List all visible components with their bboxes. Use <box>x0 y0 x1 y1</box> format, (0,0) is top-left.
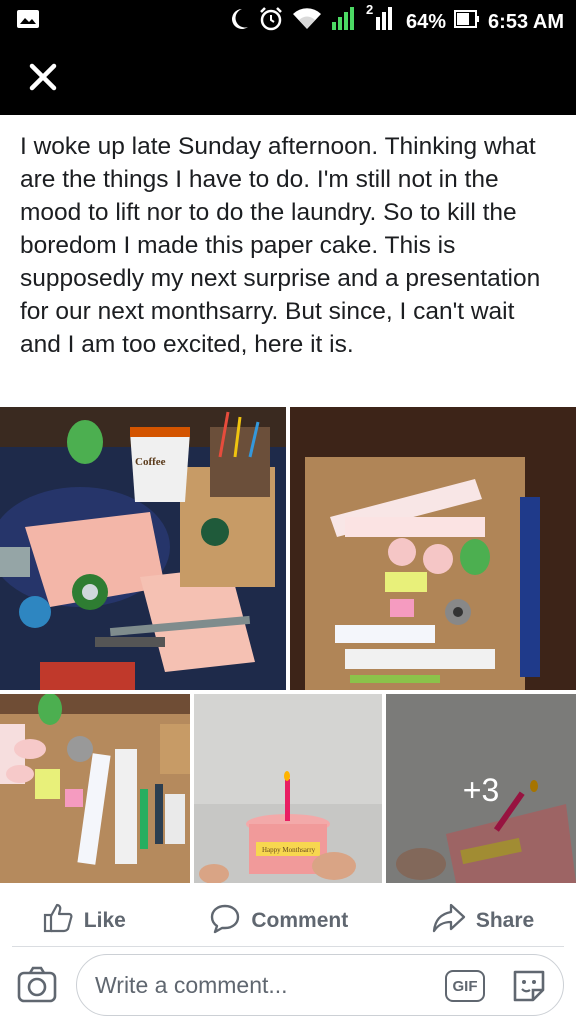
action-bar: Like Comment Share <box>0 895 576 947</box>
signal-icon <box>330 6 360 38</box>
post-text: I woke up late Sunday afternoon. Thinkin… <box>20 133 541 358</box>
gallery-icon <box>16 8 40 35</box>
more-photos-overlay[interactable]: +3 <box>386 694 576 883</box>
comment-input[interactable]: Write a comment... GIF <box>76 954 564 1016</box>
clock: 6:53 AM <box>488 10 564 33</box>
header <box>0 40 576 115</box>
comment-button[interactable]: Comment <box>209 902 348 940</box>
alarm-icon <box>258 6 284 38</box>
share-arrow-icon <box>432 902 466 940</box>
photo-cutouts-board[interactable] <box>290 407 576 690</box>
sim-badge: 2 <box>366 2 374 17</box>
like-button[interactable]: Like <box>42 902 126 940</box>
mug-text: Coffee <box>135 456 166 468</box>
photo-grid: Coffee Happy Monthsarry +3 <box>0 407 576 883</box>
comment-label: Comment <box>251 909 349 932</box>
photo-more[interactable]: +3 <box>386 694 576 883</box>
cake-text: Happy Monthsarry <box>262 846 316 854</box>
share-label: Share <box>475 909 535 932</box>
battery-percent: 64% <box>406 10 447 33</box>
more-photos-count: +3 <box>462 772 500 808</box>
moon-icon <box>228 7 250 37</box>
comment-bubble-icon <box>209 902 241 940</box>
sticker-icon[interactable] <box>509 966 549 1006</box>
share-button[interactable]: Share <box>432 902 534 940</box>
camera-icon[interactable] <box>16 964 58 1006</box>
wifi-icon <box>292 7 322 37</box>
divider <box>12 946 564 947</box>
photo-finished-cake[interactable]: Happy Monthsarry <box>194 694 382 883</box>
close-icon[interactable] <box>26 60 60 94</box>
comment-composer: Write a comment... GIF <box>0 948 576 1024</box>
photo-craft-supplies[interactable]: Coffee <box>0 407 286 690</box>
status-bar: 2 64% 6:53 AM <box>0 0 576 40</box>
photo-pieces-detail[interactable] <box>0 694 190 883</box>
battery-icon <box>454 8 480 36</box>
signal-2-icon: 2 <box>366 2 398 38</box>
gif-button[interactable]: GIF <box>445 970 485 1002</box>
comment-placeholder: Write a comment... <box>95 972 288 998</box>
like-label: Like <box>83 909 126 932</box>
thumbs-up-icon <box>42 902 74 940</box>
